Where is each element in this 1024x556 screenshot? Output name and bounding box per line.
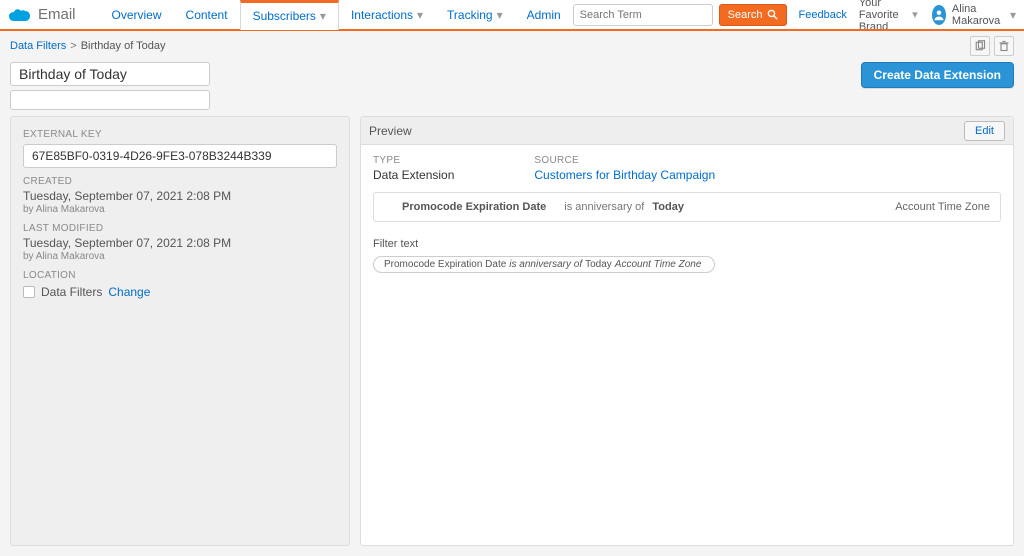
page-actions — [970, 36, 1014, 56]
user-menu[interactable]: Alina Makarova ▾ — [932, 3, 1016, 27]
preview-body: TYPE Data Extension SOURCE Customers for… — [361, 145, 1013, 283]
nav-label: Content — [186, 8, 228, 22]
created-by: by Alina Makarova — [23, 204, 337, 215]
main-content: EXTERNAL KEY Created Tuesday, September … — [0, 116, 1024, 556]
search-input[interactable] — [573, 4, 713, 26]
location-value: Data Filters — [41, 285, 102, 299]
user-name: Alina Makarova — [952, 3, 1006, 27]
chip-field: Promocode Expiration Date — [384, 259, 506, 270]
nav-subscribers[interactable]: Subscribers ▾ — [240, 0, 339, 30]
filter-text-label: Filter text — [373, 238, 1001, 250]
nav-label: Tracking — [447, 8, 493, 22]
type-label: TYPE — [373, 155, 454, 166]
nav-label: Interactions — [351, 8, 413, 22]
properties-panel: EXTERNAL KEY Created Tuesday, September … — [10, 116, 350, 546]
filter-name-input[interactable] — [10, 62, 210, 86]
copy-button[interactable] — [970, 36, 990, 56]
chevron-down-icon: ▾ — [912, 8, 918, 21]
source-label: SOURCE — [534, 155, 715, 166]
preview-source: SOURCE Customers for Birthday Campaign — [534, 155, 715, 182]
breadcrumb-sep: > — [70, 40, 76, 52]
chip-op: is anniversary of — [509, 259, 582, 270]
nav-label: Subscribers — [253, 9, 316, 23]
chip-value: Today — [585, 259, 612, 270]
type-value: Data Extension — [373, 168, 454, 182]
salesforce-cloud-icon — [8, 6, 32, 24]
preview-header: Preview Edit — [361, 117, 1013, 145]
brand-label: Your Favorite Brand — [859, 0, 908, 33]
filter-operator: is anniversary of — [564, 201, 644, 213]
search-icon — [767, 9, 778, 20]
preview-type: TYPE Data Extension — [373, 155, 454, 182]
nav-overview[interactable]: Overview — [100, 0, 174, 30]
preview-title: Preview — [369, 124, 412, 138]
search-button-label: Search — [728, 9, 763, 21]
created-label: Created — [23, 176, 337, 187]
modified-date: Tuesday, September 07, 2021 2:08 PM — [23, 236, 337, 250]
app-title: Email — [38, 6, 76, 23]
modified-label: Last Modified — [23, 223, 337, 234]
location-row: Data Filters Change — [23, 285, 337, 299]
chip-tz: Account Time Zone — [615, 259, 702, 270]
breadcrumb-parent[interactable]: Data Filters — [10, 40, 66, 52]
main-nav: Overview Content Subscribers ▾ Interactio… — [100, 0, 573, 30]
chevron-down-icon: ▾ — [1010, 8, 1016, 22]
external-key-input[interactable] — [23, 144, 337, 168]
location-label: LOCATION — [23, 270, 337, 281]
filter-timezone: Account Time Zone — [895, 201, 990, 213]
search-button[interactable]: Search — [719, 4, 787, 26]
filter-value: Today — [652, 201, 684, 213]
chevron-down-icon: ▾ — [320, 9, 326, 23]
external-key-label: EXTERNAL KEY — [23, 129, 337, 140]
avatar-icon — [932, 5, 946, 25]
created-date: Tuesday, September 07, 2021 2:08 PM — [23, 189, 337, 203]
nav-content[interactable]: Content — [174, 0, 240, 30]
modified-by: by Alina Makarova — [23, 251, 337, 262]
search-region: Search — [573, 4, 787, 26]
chevron-down-icon: ▾ — [417, 8, 423, 22]
brand-switcher[interactable]: Your Favorite Brand ▾ — [859, 0, 918, 33]
filter-field: Promocode Expiration Date — [402, 201, 546, 213]
filter-text-chip: Promocode Expiration Date is anniversary… — [373, 256, 715, 273]
folder-icon — [23, 286, 35, 298]
delete-button[interactable] — [994, 36, 1014, 56]
breadcrumb-current: Birthday of Today — [81, 40, 166, 52]
change-location-link[interactable]: Change — [108, 285, 150, 299]
nav-tracking[interactable]: Tracking ▾ — [435, 0, 515, 30]
nav-label: Overview — [112, 8, 162, 22]
feedback-link[interactable]: Feedback — [799, 9, 847, 21]
create-data-extension-button[interactable]: Create Data Extension — [861, 62, 1014, 88]
edit-button[interactable]: Edit — [964, 121, 1005, 141]
nav-interactions[interactable]: Interactions ▾ — [339, 0, 435, 30]
top-bar: Email Overview Content Subscribers ▾ Inte… — [0, 0, 1024, 30]
nav-label: Admin — [527, 8, 561, 22]
source-link[interactable]: Customers for Birthday Campaign — [534, 168, 715, 182]
preview-meta-row: TYPE Data Extension SOURCE Customers for… — [373, 155, 1001, 182]
breadcrumb: Data Filters > Birthday of Today — [0, 30, 1024, 62]
filter-condition: Promocode Expiration Date is anniversary… — [373, 192, 1001, 222]
title-row: Create Data Extension — [0, 62, 1024, 116]
preview-panel: Preview Edit TYPE Data Extension SOURCE … — [360, 116, 1014, 546]
chevron-down-icon: ▾ — [497, 8, 503, 22]
nav-admin[interactable]: Admin — [515, 0, 573, 30]
filter-desc-input[interactable] — [10, 90, 210, 110]
